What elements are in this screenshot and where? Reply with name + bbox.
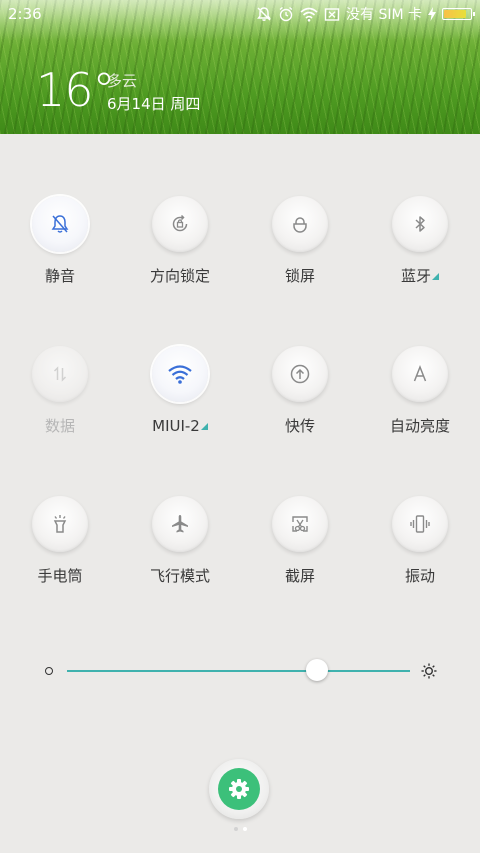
page-dot-active	[243, 827, 247, 831]
toggle-label: 数据	[44, 417, 75, 435]
toggle-silent[interactable]: 静音	[0, 196, 120, 286]
rotation-lock-icon	[172, 214, 188, 232]
flashlight-icon	[53, 515, 67, 533]
toggle-button[interactable]	[152, 346, 208, 402]
brightness-slider-thumb[interactable]	[306, 659, 329, 681]
brightness-high-icon	[421, 663, 437, 679]
toggle-button[interactable]	[272, 496, 328, 552]
toggle-label: MIUI-2	[120, 416, 240, 436]
brightness-low-icon	[45, 667, 53, 675]
toggle-quick-share[interactable]: 快传	[240, 346, 360, 436]
toggle-button[interactable]	[152, 496, 208, 552]
toggle-label: 蓝牙	[360, 266, 480, 286]
status-bar: 2:36 没有 SIM 卡	[0, 0, 480, 30]
toggle-label: 静音	[44, 267, 75, 285]
weather-temperature[interactable]: 16°	[36, 64, 116, 116]
toggle-button[interactable]	[272, 196, 328, 252]
vibrate-icon	[410, 515, 430, 533]
settings-button-inner[interactable]	[218, 768, 260, 810]
toggle-label: 飞行模式	[149, 567, 210, 585]
page-dot	[234, 827, 238, 831]
brightness-control	[40, 656, 440, 686]
toggle-rotation-lock[interactable]: 方向锁定	[120, 196, 240, 286]
page-indicator	[234, 827, 247, 831]
toggle-label: 自动亮度	[389, 417, 450, 435]
toggle-button[interactable]	[392, 196, 448, 252]
bluetooth-icon	[415, 216, 425, 232]
toggle-label: 手电筒	[37, 567, 83, 585]
lock-icon	[293, 217, 307, 233]
more-options-indicator	[200, 423, 208, 430]
more-options-indicator	[432, 273, 439, 280]
toggle-auto-brightness[interactable]: 自动亮度	[360, 346, 480, 436]
toggle-button[interactable]	[152, 196, 208, 252]
status-icons: 没有 SIM 卡	[256, 4, 475, 24]
header-banner: 2:36 没有 SIM 卡 16° 多云 6月14日 周四	[0, 0, 480, 134]
toggle-mobile-data[interactable]: 数据	[0, 346, 120, 436]
toggle-bluetooth[interactable]: 蓝牙	[360, 196, 480, 286]
toggle-label: 快传	[284, 417, 315, 435]
toggle-label-text: 蓝牙	[400, 267, 431, 285]
airplane-icon	[172, 515, 188, 533]
auto-brightness-icon	[413, 364, 427, 382]
toggle-button[interactable]	[392, 496, 448, 552]
toggle-label: 截屏	[284, 567, 315, 585]
toggle-label-text: MIUI-2	[152, 417, 200, 435]
wifi-icon	[300, 7, 318, 22]
toggle-button[interactable]	[32, 346, 88, 402]
alarm-icon	[279, 6, 293, 22]
mobile-data-icon	[53, 366, 67, 382]
battery-icon	[442, 8, 475, 20]
gear-icon	[229, 779, 249, 799]
brightness-slider[interactable]	[67, 670, 410, 672]
toggle-lock-screen[interactable]: 锁屏	[240, 196, 360, 286]
share-upload-icon	[290, 364, 310, 384]
carrier-text: 没有 SIM 卡	[346, 7, 422, 23]
toggle-button[interactable]	[32, 196, 88, 252]
toggle-label: 方向锁定	[149, 267, 210, 285]
toggle-airplane-mode[interactable]: 飞行模式	[120, 496, 240, 586]
toggle-wifi[interactable]: MIUI-2	[120, 346, 240, 436]
status-time: 2:36	[8, 5, 42, 23]
no-sim-icon	[324, 7, 340, 21]
toggle-label: 振动	[404, 567, 435, 585]
bell-off-icon	[51, 215, 69, 233]
weather-date: 6月14日 周四	[107, 95, 201, 113]
settings-button[interactable]	[209, 759, 269, 819]
charging-icon	[428, 7, 436, 21]
battery-fill	[444, 10, 466, 18]
toggle-button[interactable]	[32, 496, 88, 552]
weather-condition: 多云	[107, 72, 138, 90]
screenshot-icon	[292, 516, 308, 532]
mute-icon	[257, 7, 271, 21]
toggle-label: 锁屏	[284, 267, 315, 285]
wifi-icon	[168, 365, 192, 384]
toggle-screenshot[interactable]: 截屏	[240, 496, 360, 586]
toggle-vibrate[interactable]: 振动	[360, 496, 480, 586]
toggle-button[interactable]	[392, 346, 448, 402]
toggle-button[interactable]	[272, 346, 328, 402]
toggle-flashlight[interactable]: 手电筒	[0, 496, 120, 586]
